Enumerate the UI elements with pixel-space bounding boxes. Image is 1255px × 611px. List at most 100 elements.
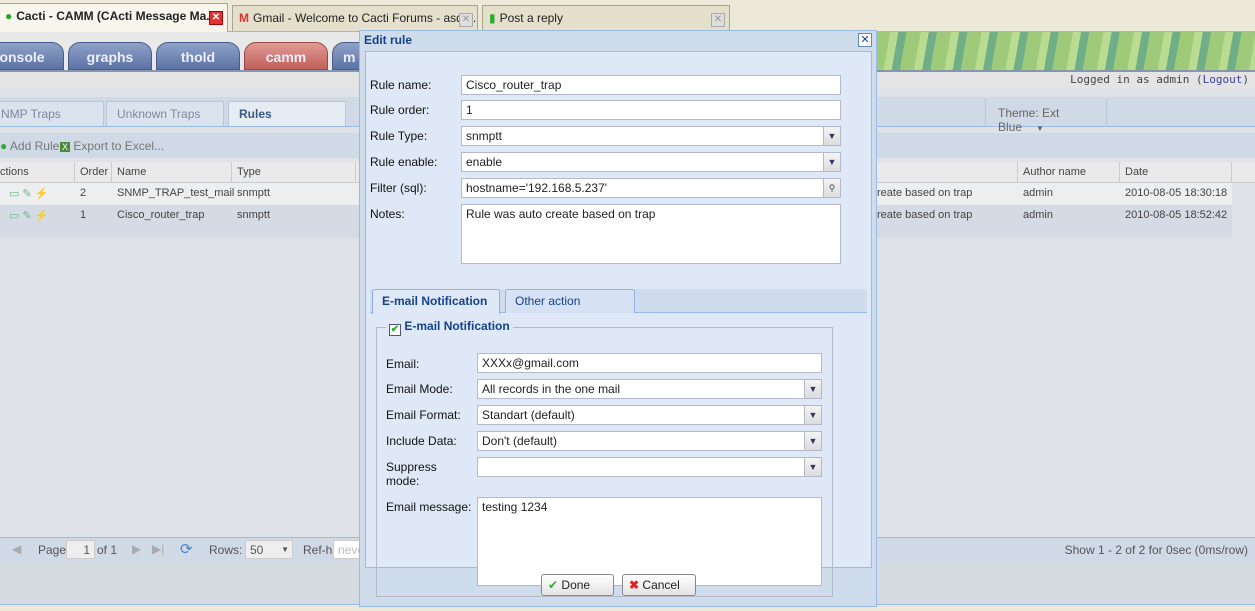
email-format-label: Email Format: [386, 408, 461, 422]
tab-snmp-traps[interactable]: NMP Traps [0, 101, 104, 126]
email-mode-select[interactable]: All records in the one mail ▼ [477, 379, 822, 399]
last-page-icon[interactable]: ▶| [152, 542, 164, 556]
nav-tab-camm[interactable]: camm [244, 42, 328, 70]
include-data-select[interactable]: Don't (default) ▼ [477, 431, 822, 451]
forum-icon: ▮ [489, 11, 496, 25]
theme-select[interactable]: Theme: Ext Blue ▼ [985, 99, 1107, 134]
email-legend: ✔ E-mail Notification [386, 319, 513, 336]
cell-author: admin [1023, 187, 1053, 199]
suppress-mode-label: Suppress mode: [386, 460, 437, 488]
dropdown-arrow-icon: ▼ [281, 545, 289, 554]
tab-email-notification[interactable]: E-mail Notification [372, 289, 500, 314]
dialog-body: Rule name: Cisco_router_trap Rule order:… [365, 51, 872, 597]
col-name[interactable]: Name [112, 162, 232, 183]
col-author[interactable]: Author name [1018, 162, 1120, 183]
rule-enable-label: Rule enable: [370, 155, 438, 169]
col-type[interactable]: Type [232, 162, 356, 183]
rows-label: Rows: [209, 543, 243, 557]
row-action-icons[interactable]: ▭ ✎ ⚡ [4, 205, 53, 226]
cancel-icon: ✖ [629, 578, 640, 592]
rule-type-select[interactable]: snmptt ▼ [461, 126, 841, 146]
chevron-down-icon[interactable]: ▼ [804, 380, 821, 398]
include-data-label: Include Data: [386, 434, 457, 448]
col-date[interactable]: Date [1120, 162, 1232, 183]
notes-textarea[interactable]: Rule was auto create based on trap [461, 204, 841, 264]
close-tab-icon[interactable]: ✕ [209, 11, 223, 25]
tab-other-action[interactable]: Other action [505, 289, 635, 313]
close-icon[interactable]: ✕ [858, 33, 872, 47]
cell-name: Cisco_router_trap [117, 209, 205, 221]
row-action-icons[interactable]: ▭ ✎ ⚡ [4, 183, 53, 204]
nav-tab-console[interactable]: onsole [0, 42, 64, 70]
logout-link[interactable]: Logout [1203, 73, 1243, 86]
chevron-down-icon[interactable]: ▼ [804, 432, 821, 450]
chevron-down-icon[interactable]: ▼ [804, 458, 821, 476]
email-label: Email: [386, 357, 420, 371]
cell-date: 2010-08-05 18:30:18 [1125, 187, 1228, 199]
close-tab-icon[interactable]: ✕ [459, 13, 473, 27]
rule-type-label: Rule Type: [370, 129, 428, 143]
dropdown-arrow-icon: ▼ [1036, 124, 1044, 133]
dialog-title[interactable]: Edit rule [364, 33, 412, 47]
filter-input[interactable]: hostname='192.168.5.237' ⚲ [461, 178, 841, 198]
cell-author: admin [1023, 209, 1053, 221]
email-format-select[interactable]: Standart (default) ▼ [477, 405, 822, 425]
suppress-mode-select[interactable]: ▼ [477, 457, 822, 477]
cell-name: SNMP_TRAP_test_mail [117, 187, 235, 199]
cell-notes: reate based on trap [877, 209, 973, 221]
chevron-down-icon[interactable]: ▼ [823, 153, 840, 171]
cell-type: snmptt [237, 187, 271, 199]
rule-name-input[interactable]: Cisco_router_trap [461, 75, 841, 95]
chevron-down-icon[interactable]: ▼ [823, 127, 840, 145]
rule-enable-select[interactable]: enable ▼ [461, 152, 841, 172]
email-input[interactable]: XXXx@gmail.com [477, 353, 822, 373]
cell-order: 1 [80, 209, 87, 221]
prev-page-icon[interactable]: ◀ [12, 542, 21, 556]
browser-tab-gmail[interactable]: M Gmail - Welcome to Cacti Forums - asdf.… [232, 5, 478, 31]
rows-select[interactable]: 50 ▼ [245, 540, 293, 559]
page-label: Page [38, 543, 67, 557]
refresh-icon[interactable]: ⟳ [180, 540, 193, 558]
tab-rules[interactable]: Rules [228, 101, 346, 126]
refresh-label: Ref-h [303, 543, 333, 557]
search-icon[interactable]: ⚲ [823, 179, 840, 197]
add-rule-button[interactable]: ● Add Rule [0, 139, 59, 153]
email-message-textarea[interactable]: testing 1234 [477, 497, 822, 586]
browser-tab-post-reply[interactable]: ▮ Post a reply ✕ [482, 5, 730, 31]
banner-image [876, 32, 1255, 70]
nav-tab-thold[interactable]: thold [156, 42, 240, 70]
done-button[interactable]: ✔ Done [541, 574, 614, 596]
col-order[interactable]: Order [75, 162, 112, 183]
cell-date: 2010-08-05 18:52:42 [1125, 209, 1228, 221]
rule-order-input[interactable]: 1 [461, 100, 841, 120]
filter-label: Filter (sql): [370, 181, 427, 195]
gmail-icon: M [239, 11, 249, 25]
edit-rule-dialog: Edit rule ✕ Rule name: Cisco_router_trap… [359, 30, 877, 607]
email-message-label: Email message: [386, 500, 472, 514]
page-input[interactable]: 1 [66, 540, 95, 559]
chevron-down-icon[interactable]: ▼ [804, 406, 821, 424]
nav-tab-graphs[interactable]: graphs [68, 42, 152, 70]
rule-order-label: Rule order: [370, 103, 430, 117]
tab-unknown-traps[interactable]: Unknown Traps [106, 101, 224, 126]
cell-type: snmptt [237, 209, 271, 221]
page-count: of 1 [97, 543, 118, 557]
next-page-icon[interactable]: ▶ [132, 542, 141, 556]
email-enable-checkbox[interactable]: ✔ [389, 324, 401, 336]
pager-summary: Show 1 - 2 of 2 for 0sec (0ms/row) [1064, 543, 1248, 557]
export-excel-button[interactable]: X Export to Excel... [60, 139, 164, 153]
browser-tab-bar: ● Cacti - CAMM (CActi Message Ma... ✕ M Gma… [0, 0, 1255, 32]
col-actions[interactable]: ctions [0, 162, 75, 183]
notes-label: Notes: [370, 207, 405, 221]
close-tab-icon[interactable]: ✕ [711, 13, 725, 27]
excel-icon: X [60, 142, 71, 152]
add-icon: ● [0, 139, 8, 153]
cell-order: 2 [80, 187, 87, 199]
cell-notes: reate based on trap [877, 187, 973, 199]
email-mode-label: Email Mode: [386, 382, 453, 396]
rule-name-label: Rule name: [370, 78, 432, 92]
cancel-button[interactable]: ✖ Cancel [622, 574, 696, 596]
cacti-favicon-icon: ● [5, 9, 13, 23]
browser-tab-cacti[interactable]: ● Cacti - CAMM (CActi Message Ma... ✕ [0, 3, 228, 32]
check-icon: ✔ [548, 578, 559, 592]
